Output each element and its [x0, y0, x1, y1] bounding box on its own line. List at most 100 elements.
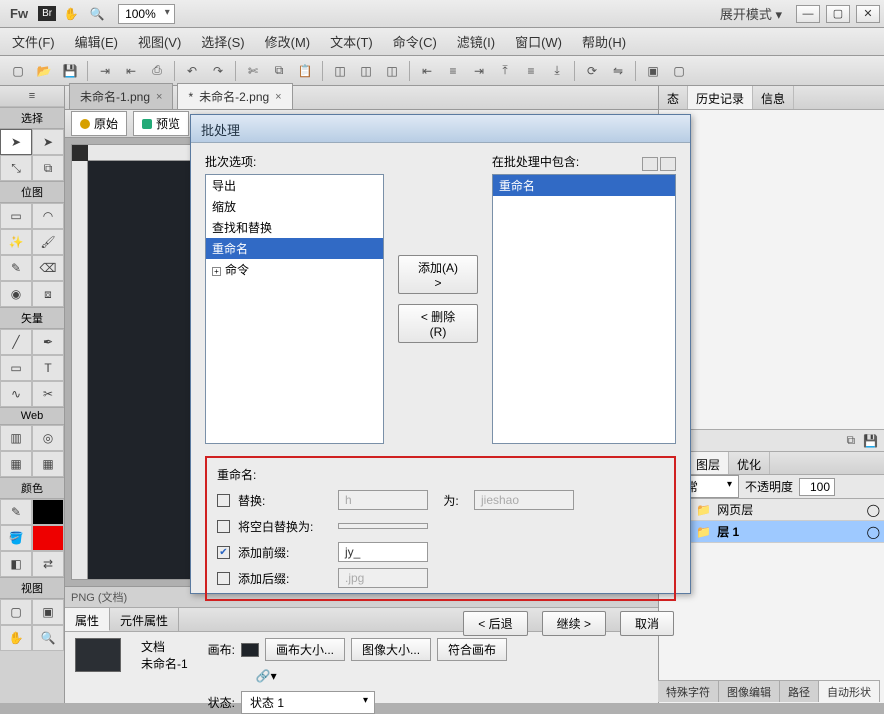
copy-icon[interactable]: ⧉: [846, 433, 855, 448]
align-left-icon[interactable]: ⇤: [415, 60, 439, 82]
redo-icon[interactable]: ↷: [206, 60, 230, 82]
menu-window[interactable]: 窗口(W): [511, 29, 566, 54]
tb-icon[interactable]: ◫: [380, 60, 404, 82]
move-down-button[interactable]: [660, 157, 676, 171]
align-bottom-icon[interactable]: ⤓: [545, 60, 569, 82]
eraser-tool-icon[interactable]: ⌫: [32, 255, 64, 281]
menu-help[interactable]: 帮助(H): [578, 29, 630, 54]
save-icon[interactable]: 💾: [863, 434, 878, 448]
import-icon[interactable]: ⇥: [93, 60, 117, 82]
prefix-checkbox[interactable]: ✔: [217, 546, 230, 559]
menu-text[interactable]: 文本(T): [326, 29, 377, 54]
open-icon[interactable]: 📂: [32, 60, 56, 82]
view-original-button[interactable]: 原始: [71, 111, 127, 136]
tab-element-properties[interactable]: 元件属性: [110, 608, 179, 631]
align-middle-icon[interactable]: ≡: [519, 60, 543, 82]
fill-color-icon[interactable]: 🪣: [0, 525, 32, 551]
doc-tab-1[interactable]: 未命名-1.png ×: [69, 83, 173, 109]
stroke-swatch[interactable]: [32, 499, 64, 525]
print-icon[interactable]: ⎙: [145, 60, 169, 82]
list-item-selected[interactable]: 重命名: [206, 238, 383, 259]
undo-icon[interactable]: ↶: [180, 60, 204, 82]
with-input[interactable]: jieshao: [474, 490, 574, 510]
export-icon[interactable]: ⇤: [119, 60, 143, 82]
zoom-tool-icon[interactable]: 🔍: [32, 625, 64, 651]
align-right-icon[interactable]: ⇥: [467, 60, 491, 82]
align-center-icon[interactable]: ≡: [441, 60, 465, 82]
marquee-tool-icon[interactable]: ▭: [0, 203, 32, 229]
copy-icon[interactable]: ⧉: [267, 60, 291, 82]
view-preview-button[interactable]: 预览: [133, 111, 189, 136]
close-tab-icon[interactable]: ×: [156, 91, 162, 103]
canvas-color-swatch[interactable]: [241, 643, 259, 657]
ungroup-icon[interactable]: ◫: [354, 60, 378, 82]
scale-tool-icon[interactable]: ⤡: [0, 155, 32, 181]
add-button[interactable]: 添加(A) >: [398, 255, 478, 294]
text-tool-icon[interactable]: T: [32, 355, 64, 381]
tree-expand-icon[interactable]: +: [212, 267, 221, 276]
standard-screen-icon[interactable]: ▢: [0, 599, 32, 625]
menu-select[interactable]: 选择(S): [197, 29, 248, 54]
continue-button[interactable]: 继续 >: [542, 611, 606, 636]
close-tab-icon[interactable]: ×: [275, 91, 281, 103]
cut-icon[interactable]: ✄: [241, 60, 265, 82]
crop-tool-icon[interactable]: ⧉: [32, 155, 64, 181]
tab-info[interactable]: 信息: [753, 86, 794, 109]
stroke-color-icon[interactable]: ✎: [0, 499, 32, 525]
chain-icon[interactable]: 🔗▾: [256, 669, 277, 683]
menu-modify[interactable]: 修改(M): [261, 29, 315, 54]
group-icon[interactable]: ◫: [328, 60, 352, 82]
move-up-button[interactable]: [642, 157, 658, 171]
hotspot-tool-icon[interactable]: ◎: [32, 425, 64, 451]
pointer-tool-icon[interactable]: ➤: [0, 129, 32, 155]
menu-view[interactable]: 视图(V): [134, 29, 185, 54]
bottom-tab-autoshape[interactable]: 自动形状: [819, 681, 880, 702]
list-item[interactable]: 缩放: [206, 196, 383, 217]
stamp-tool-icon[interactable]: ⧈: [32, 281, 64, 307]
prefix-input[interactable]: jy_: [338, 542, 428, 562]
batch-options-list[interactable]: 导出 缩放 查找和替换 重命名 +命令: [205, 174, 384, 444]
flip-icon[interactable]: ⇋: [606, 60, 630, 82]
back-icon[interactable]: ▢: [667, 60, 691, 82]
new-icon[interactable]: ▢: [6, 60, 30, 82]
share-icon[interactable]: ◯: [867, 503, 880, 517]
brush-tool-icon[interactable]: 🖌: [32, 229, 64, 255]
pen-tool-icon[interactable]: ✒: [32, 329, 64, 355]
menu-file[interactable]: 文件(F): [8, 29, 59, 54]
hand-tool-icon[interactable]: ✋: [0, 625, 32, 651]
suffix-checkbox[interactable]: [217, 572, 230, 585]
knife-tool-icon[interactable]: ✂: [32, 381, 64, 407]
slice-tool-icon[interactable]: ▥: [0, 425, 32, 451]
blur-tool-icon[interactable]: ◉: [0, 281, 32, 307]
rect-tool-icon[interactable]: ▭: [0, 355, 32, 381]
align-top-icon[interactable]: ⤒: [493, 60, 517, 82]
doc-tab-2[interactable]: *未命名-2.png ×: [177, 83, 292, 109]
list-item-selected[interactable]: 重命名: [493, 175, 675, 196]
opacity-input[interactable]: 100: [799, 478, 835, 496]
expand-mode-label[interactable]: 展开模式 ▾: [712, 4, 790, 23]
tab-properties[interactable]: 属性: [65, 608, 110, 631]
front-icon[interactable]: ▣: [641, 60, 665, 82]
blank-checkbox[interactable]: [217, 520, 230, 533]
tools-menu-icon[interactable]: ≡: [0, 86, 64, 107]
list-item[interactable]: 导出: [206, 175, 383, 196]
menu-command[interactable]: 命令(C): [389, 29, 441, 54]
share-icon[interactable]: ◯: [867, 525, 880, 539]
bottom-tab-path[interactable]: 路径: [780, 681, 819, 702]
full-screen-icon[interactable]: ▣: [32, 599, 64, 625]
rotate-icon[interactable]: ⟳: [580, 60, 604, 82]
line-tool-icon[interactable]: ╱: [0, 329, 32, 355]
pencil-tool-icon[interactable]: ✎: [0, 255, 32, 281]
zoom-select[interactable]: 100%: [118, 4, 175, 24]
image-size-button[interactable]: 图像大小...: [351, 638, 431, 661]
bridge-chip[interactable]: Br: [38, 6, 56, 21]
default-colors-icon[interactable]: ◧: [0, 551, 32, 577]
include-list[interactable]: 重命名: [492, 174, 676, 444]
suffix-input[interactable]: .jpg: [338, 568, 428, 588]
close-button[interactable]: ✕: [856, 5, 880, 23]
fill-swatch[interactable]: [32, 525, 64, 551]
remove-button[interactable]: < 删除(R): [398, 304, 478, 343]
freeform-tool-icon[interactable]: ∿: [0, 381, 32, 407]
hide-slice-icon[interactable]: ▦: [0, 451, 32, 477]
list-item[interactable]: 查找和替换: [206, 217, 383, 238]
